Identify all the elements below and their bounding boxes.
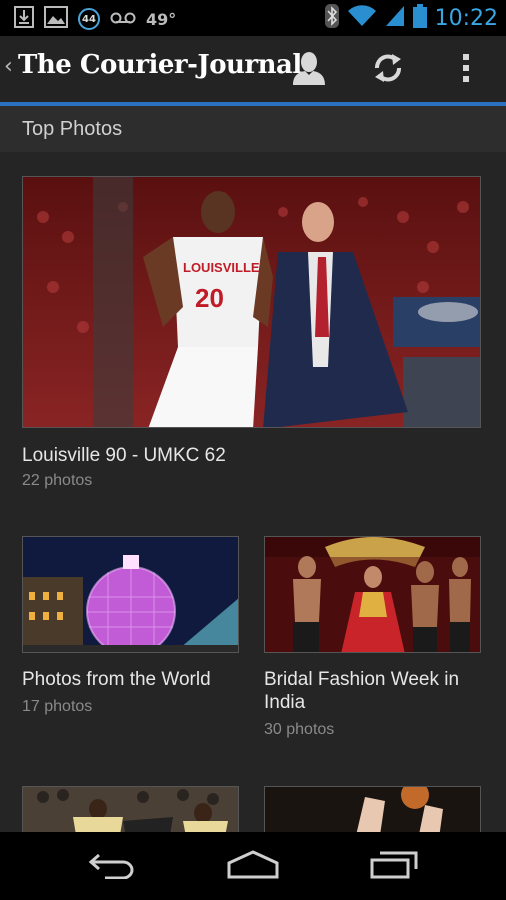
overflow-menu-icon [461, 53, 471, 87]
gallery-photo-count: 17 photos [22, 698, 93, 715]
home-button[interactable] [213, 846, 293, 886]
clock-time: 10:22 [434, 5, 498, 31]
gallery-icon [44, 6, 68, 32]
back-icon [87, 849, 137, 883]
gallery-thumbnail[interactable] [22, 536, 239, 653]
home-icon [226, 849, 280, 883]
refresh-icon [371, 51, 405, 89]
svg-text:LOUISVILLE: LOUISVILLE [183, 260, 260, 275]
gallery-thumbnail[interactable]: 20 LOUISVILLE [22, 176, 481, 428]
section-header: Top Photos [0, 106, 506, 152]
up-navigation-chevron[interactable]: ‹ [4, 56, 13, 78]
gallery-card[interactable]: Photos from the World 17 photos [0, 522, 253, 752]
notification-count-badge: 44 [78, 8, 100, 30]
overflow-menu-button[interactable] [444, 50, 488, 90]
status-bar: 44 49° 10:22 [0, 0, 506, 36]
refresh-button[interactable] [366, 50, 410, 90]
account-icon [291, 51, 327, 89]
gallery-title: Louisville 90 - UMKC 62 [22, 445, 226, 466]
back-button[interactable] [72, 846, 152, 886]
gallery-thumbnail[interactable] [264, 786, 481, 832]
gallery-title: Photos from the World [22, 669, 211, 690]
gallery-card[interactable] [0, 772, 253, 832]
temperature-text: 49° [146, 9, 177, 29]
svg-text:20: 20 [195, 283, 224, 313]
account-button[interactable] [287, 50, 331, 90]
voicemail-icon [110, 10, 136, 29]
gallery-card[interactable]: Bridal Fashion Week in India 30 photos [253, 522, 506, 752]
gallery-thumbnail[interactable] [22, 786, 239, 832]
download-icon [14, 6, 34, 32]
app-title-logo[interactable]: The Courier-Journal [18, 50, 302, 80]
action-bar: ‹ The Courier-Journal [0, 36, 506, 106]
recents-button[interactable] [354, 846, 434, 886]
signal-icon [385, 5, 405, 31]
system-navigation-bar [0, 832, 506, 900]
wifi-icon [347, 5, 377, 31]
gallery-list[interactable]: 20 LOUISVILLE Louisville 90 - UMKC 62 22… [0, 152, 506, 832]
battery-icon [412, 4, 427, 32]
recents-icon [369, 849, 419, 883]
gallery-photo-count: 30 photos [264, 721, 335, 738]
bluetooth-icon [324, 4, 339, 32]
gallery-card[interactable] [253, 772, 506, 832]
gallery-thumbnail[interactable] [264, 536, 481, 653]
gallery-card[interactable]: 20 LOUISVILLE Louisville 90 - UMKC 62 22… [0, 152, 506, 502]
gallery-photo-count: 22 photos [22, 472, 93, 489]
section-title: Top Photos [22, 118, 123, 140]
gallery-title: Bridal Fashion Week in India [264, 669, 460, 713]
